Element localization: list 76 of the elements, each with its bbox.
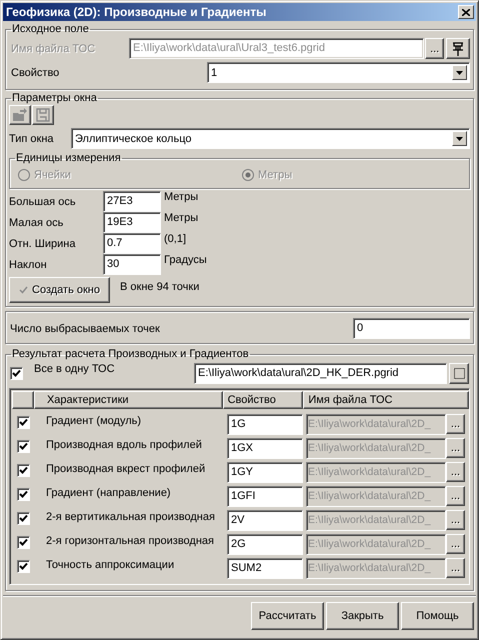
unit-label: Градусы	[164, 254, 207, 266]
group-title: Исходное поле	[11, 23, 90, 36]
file-field[interactable]: E:\Iliya\work\data\ural\2D_HK_DER.pgrid	[194, 362, 447, 384]
checkmark-icon	[19, 286, 28, 294]
input-field[interactable]: 2G	[227, 534, 303, 554]
table-cell-text: Точность аппроксимации	[45, 558, 176, 571]
browse-button[interactable]: ...	[446, 534, 465, 554]
property-dropdown[interactable]: 1	[207, 62, 470, 83]
open-button[interactable]	[9, 105, 31, 125]
checkbox[interactable]	[16, 560, 30, 573]
table-cell-text: Градиент (направление)	[45, 486, 172, 499]
checkbox[interactable]	[16, 512, 30, 525]
unit-label: Метры	[164, 212, 198, 224]
browse-button[interactable]: ...	[446, 414, 465, 434]
column-header[interactable]: Свойство	[222, 391, 304, 409]
points-count-text: В окне 94 точки	[120, 281, 200, 293]
field-label: Тип окна	[9, 132, 55, 144]
checkbox[interactable]	[16, 536, 30, 549]
save-button[interactable]	[32, 105, 54, 125]
table-cell-text: Градиент (модуль)	[45, 414, 142, 427]
field-label: Наклон	[9, 258, 48, 270]
input-field[interactable]: 1GFI	[227, 486, 303, 506]
column-header	[12, 391, 34, 409]
close-button[interactable]	[458, 5, 474, 19]
table-cell-text: Производная вкрест профилей	[45, 462, 206, 475]
table-cell-text: 2-я вертитикальная производная	[45, 510, 216, 523]
field-label: Отн. Ширина	[9, 238, 76, 250]
pushpin-icon	[451, 40, 466, 56]
dialog-button[interactable]: Помощь	[401, 602, 474, 630]
table-cell-text: Производная вдоль профилей	[45, 438, 203, 451]
checkbox[interactable]	[16, 416, 30, 429]
input-field[interactable]: 1GY	[227, 462, 303, 482]
folder-arrow-icon	[12, 107, 28, 123]
table-cell-text: 2-я горизонтальная производная	[45, 534, 215, 547]
input-field[interactable]: 27E3	[103, 191, 161, 212]
input-field[interactable]: 0	[353, 318, 470, 339]
group-title: Результат расчета Производных и Градиентов	[11, 348, 250, 361]
browse-button[interactable]: ...	[446, 558, 465, 578]
browse-button[interactable]: ...	[446, 486, 465, 506]
unit-label: (0,1]	[164, 233, 186, 245]
field-label: Число выбрасываемых точек	[9, 322, 161, 334]
column-header[interactable]: Имя файла ТОС	[303, 391, 470, 409]
pin-button[interactable]	[446, 38, 470, 59]
browse-button[interactable]: ...	[446, 462, 465, 482]
input-field[interactable]: SUM2	[227, 558, 303, 578]
input-field[interactable]: 2V	[227, 510, 303, 530]
browse-button[interactable]: ...	[446, 438, 465, 458]
field-label: Большая ось	[9, 196, 77, 208]
checkbox-label: Все в одну ТОС	[33, 363, 116, 375]
dotted-square-icon	[454, 368, 464, 378]
window-type-dropdown[interactable]: Эллиптическое кольцо	[71, 128, 470, 149]
column-header[interactable]: Характеристики	[34, 391, 223, 409]
window-title: Геофизика (2D): Производные и Градиенты	[6, 5, 266, 19]
field-label: Свойство	[10, 66, 60, 78]
checkbox[interactable]	[16, 464, 30, 477]
checkbox[interactable]	[16, 488, 30, 501]
input-field[interactable]: 1GX	[227, 438, 303, 458]
checkbox[interactable]	[10, 366, 23, 380]
dialog-button[interactable]: Закрыть	[326, 602, 399, 630]
floppy-disk-icon	[36, 108, 50, 122]
input-field[interactable]: 0.7	[103, 233, 161, 254]
radio-label: Ячейки	[34, 169, 71, 181]
input-field[interactable]: 1G	[227, 414, 303, 434]
browse-button[interactable]	[449, 362, 469, 384]
input-field[interactable]: 30	[103, 254, 161, 275]
group-title: Параметры окна	[11, 92, 98, 105]
unit-label: Метры	[164, 191, 198, 203]
dialog-button[interactable]: Рассчитать	[251, 602, 324, 630]
radio-label: Метры	[258, 169, 292, 181]
browse-button[interactable]: ...	[446, 510, 465, 530]
input-field[interactable]: 19E3	[103, 212, 161, 233]
checkbox[interactable]	[16, 440, 30, 453]
group-title: Единицы измерения	[15, 152, 122, 165]
close-icon	[462, 8, 470, 16]
field-label: Малая ось	[9, 216, 64, 228]
field-label: Имя файла ТОС	[10, 42, 96, 54]
